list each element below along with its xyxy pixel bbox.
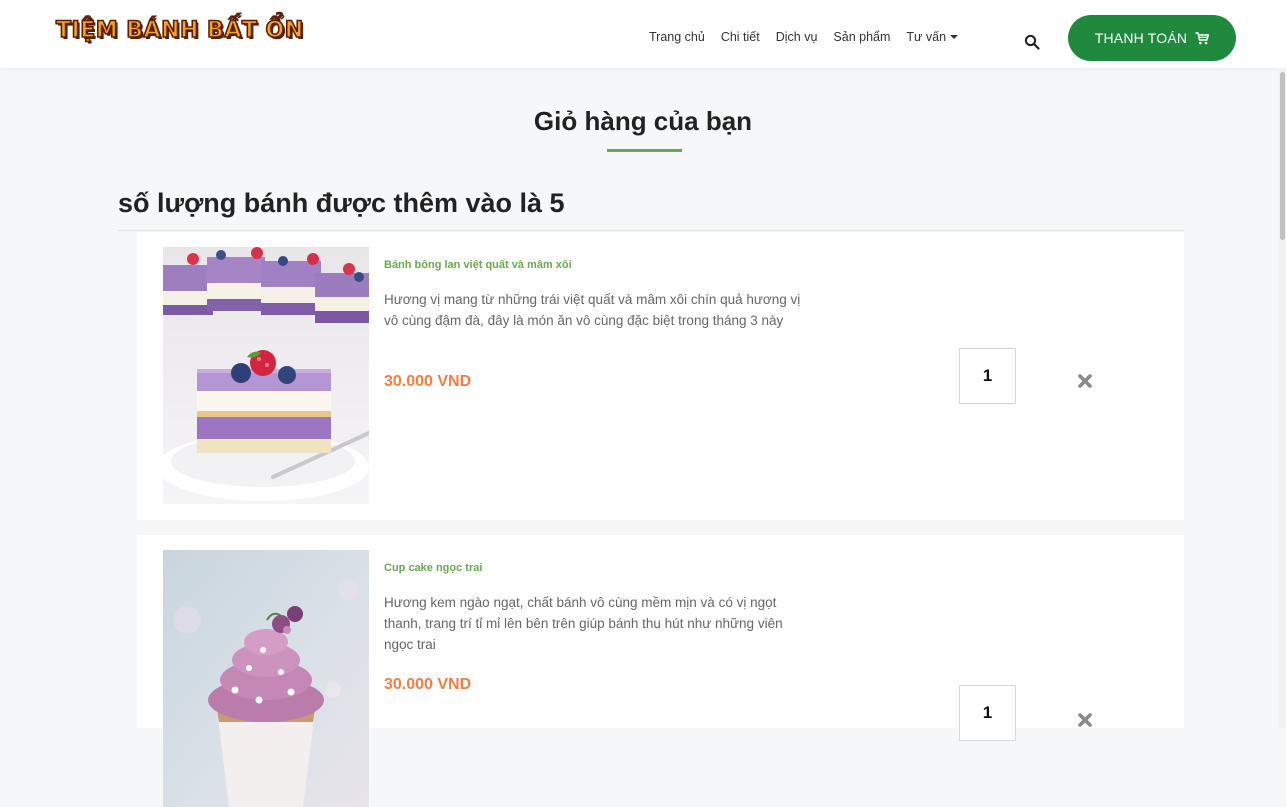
product-price: 30.000 VND [384,676,472,693]
page-scrollbar-thumb[interactable] [1280,72,1285,240]
quantity-input[interactable] [959,348,1016,404]
page-title: Giỏ hàng của bạn [533,106,753,136]
quantity-input[interactable] [959,685,1016,741]
close-icon[interactable] [1077,712,1093,728]
close-icon[interactable] [1077,373,1093,389]
search-icon[interactable] [1024,34,1040,50]
product-name[interactable]: Bánh bông lan việt quất và mâm xôi [384,259,572,271]
nav-item-consult-label: Tư vấn [906,30,947,44]
product-price: 30.000 VND [384,373,472,390]
title-underline [607,149,682,152]
section-divider [118,230,1184,231]
cart-item: Bánh bông lan việt quất và mâm xôi Hương… [137,232,1184,520]
product-image-blueberry-cake [163,247,369,504]
product-description: Hương vị mang từ những trái việt quất và… [384,292,801,328]
cart-icon [1195,31,1210,44]
product-description: Hương kem ngào ngạt, chất bánh vô cùng m… [384,595,783,652]
cart-item: Cup cake ngọc trai Hương kem ngào ngạt, … [137,535,1184,807]
product-name[interactable]: Cup cake ngọc trai [384,562,482,574]
main-nav: Trang chủ Chi tiết Dịch vụ Sản phẩm Tư v… [649,30,959,44]
nav-item-details[interactable]: Chi tiết [721,30,760,44]
caret-down-icon [950,35,959,39]
nav-item-consult-dropdown[interactable]: Tư vấn [906,30,959,44]
cart-count-heading: số lượng bánh được thêm vào là 5 [118,188,565,218]
nav-item-home[interactable]: Trang chủ [649,30,705,44]
nav-item-products[interactable]: Sản phẩm [833,30,890,44]
product-image-blueberry-cake-art [163,247,369,504]
checkout-button-label: THANH TOÁN [1094,30,1188,46]
navbar: TIỆM BÁNH BẤT ỔN Trang chủ Chi tiết Dịch… [0,0,1286,68]
product-image-pearl-cupcake [163,550,369,807]
checkout-button[interactable]: THANH TOÁN [1068,15,1236,61]
brand-logo[interactable]: TIỆM BÁNH BẤT ỔN [55,17,304,44]
product-image-pearl-cupcake-art [163,550,369,807]
nav-item-services[interactable]: Dịch vụ [776,30,818,44]
